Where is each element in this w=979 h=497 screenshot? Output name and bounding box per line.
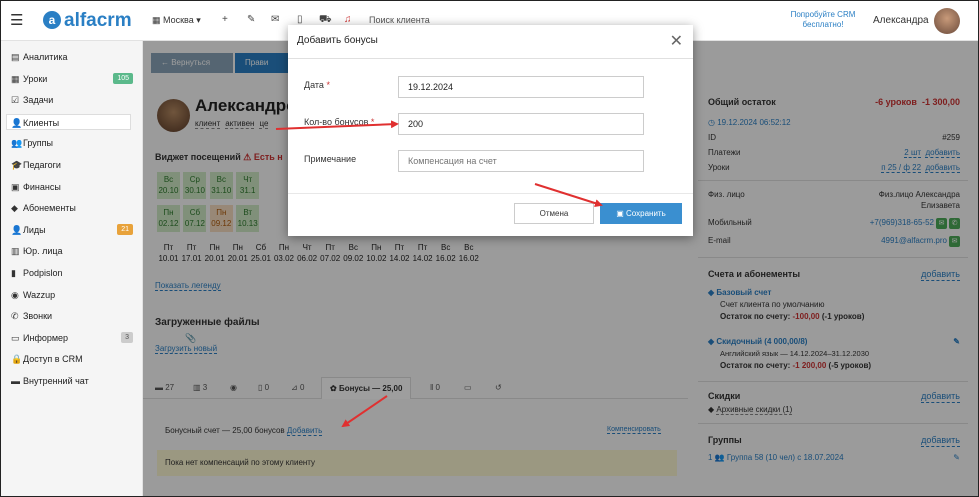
sidebar-item[interactable]: ◆ Абонементы: [11, 200, 136, 216]
sidebar-item[interactable]: ▭ Информер 3: [11, 330, 136, 346]
sidebar-item-label: Группы: [23, 138, 53, 149]
bonus-count-label-text: Кол-во бонусов: [304, 117, 369, 127]
count-badge: 21: [117, 223, 133, 235]
close-icon[interactable]: ✕: [670, 31, 683, 51]
divider: [288, 58, 693, 59]
sidebar-item[interactable]: 🔒Доступ в CRM: [11, 351, 136, 367]
sidebar-item-label: Финансы: [23, 181, 61, 192]
cancel-button[interactable]: Отмена: [514, 203, 594, 224]
user-avatar[interactable]: [934, 8, 960, 34]
branch-icon: ▦: [152, 15, 164, 25]
logo-mark-icon: a: [43, 11, 61, 29]
sidebar-item-label: Юр. лица: [23, 246, 63, 257]
leads-icon: 👤: [11, 224, 23, 235]
lessons-icon: ▦: [11, 73, 20, 84]
required-mark: *: [370, 117, 375, 127]
user-name[interactable]: Александра: [873, 15, 929, 26]
sidebar-item-label: Лиды: [23, 224, 46, 235]
sidebar-item-label: Wazzup: [23, 289, 56, 300]
sidebar-item-label: Звонки: [23, 311, 53, 322]
logo-text: alfacrm: [64, 10, 132, 31]
sidebar: ▤ Аналитика ▦ Уроки 105 ☑ Задачи 👤Клиенты 👥Групп…: [1, 41, 143, 496]
building-icon: ▥: [11, 246, 20, 257]
sidebar-item[interactable]: ◉ Wazzup: [11, 287, 136, 303]
promo-link[interactable]: Попробуйте CRM бесплатно!: [783, 10, 863, 30]
bonus-count-label: Кол-во бонусов *: [304, 117, 374, 127]
divider: [288, 193, 693, 194]
sidebar-item-label: Клиенты: [23, 117, 60, 128]
sidebar-item[interactable]: 👥Группы: [11, 135, 136, 151]
sidebar-item-label: Информер: [23, 332, 69, 343]
mail-icon[interactable]: ✉: [271, 14, 279, 25]
branch-label: Москва: [163, 15, 194, 25]
sidebar-item[interactable]: ☑ Задачи: [11, 92, 136, 108]
modal-title: Добавить бонусы: [297, 35, 378, 46]
sidebar-item[interactable]: ▦ Уроки 105: [11, 71, 136, 87]
sidebar-item[interactable]: 👤Лиды 21: [11, 222, 136, 238]
informer-icon: ▭: [11, 332, 20, 343]
floppy-icon: ▣: [616, 209, 626, 218]
note-label: Примечание: [304, 154, 357, 164]
sidebar-item-label: Внутренний чат: [23, 376, 89, 386]
finance-icon: ▣: [11, 181, 20, 192]
sidebar-item-label: Абонементы: [23, 203, 76, 214]
count-badge: 3: [121, 331, 133, 343]
teacher-icon: 🎓: [11, 160, 23, 170]
sidebar-item[interactable]: ▮ Podpislon: [11, 265, 136, 281]
sidebar-item-label: Задачи: [23, 95, 54, 106]
sidebar-item-label: Podpislon: [23, 268, 63, 278]
sidebar-item[interactable]: ▥ Юр. лица: [11, 243, 136, 259]
lock-icon: 🔒: [11, 354, 23, 365]
date-label-text: Дата: [304, 80, 324, 90]
client-search[interactable]: Поиск клиента: [369, 15, 430, 25]
sidebar-item[interactable]: ✆ Звонки: [11, 308, 136, 324]
count-badge: 105: [113, 72, 133, 84]
whatsapp-icon: ◉: [11, 289, 19, 300]
sidebar-item-label: Доступ в CRM: [23, 354, 83, 365]
chat-icon: ▬: [11, 376, 20, 386]
user-icon: 👤: [11, 117, 23, 128]
sidebar-item-label: Аналитика: [23, 52, 68, 62]
mobile-icon[interactable]: ▯: [297, 14, 303, 25]
required-mark: *: [326, 80, 330, 90]
sidebar-item-label: Уроки: [23, 73, 48, 84]
tasks-icon: ☑: [11, 95, 20, 106]
bell-icon[interactable]: ♫: [344, 14, 352, 25]
wrench-icon[interactable]: ✎: [247, 14, 255, 25]
date-field[interactable]: [398, 76, 644, 98]
logo[interactable]: a alfacrm: [43, 10, 132, 32]
menu-icon[interactable]: ☰: [10, 11, 23, 29]
branch-select[interactable]: ▦ Москва ▾: [152, 15, 201, 26]
sidebar-item[interactable]: ▣ Финансы: [11, 179, 136, 195]
sidebar-item[interactable]: 🎓Педагоги: [11, 157, 136, 173]
tag-icon: ◆: [11, 203, 18, 214]
sidebar-item[interactable]: 👤Клиенты: [6, 113, 131, 130]
date-label: Дата *: [304, 80, 330, 90]
sidebar-item[interactable]: ▤ Аналитика: [11, 49, 136, 65]
group-icon: 👥: [11, 138, 23, 149]
add-bonus-modal: Добавить бонусы ✕ Дата * Кол-во бонусов …: [288, 25, 693, 236]
doc-icon: ▮: [11, 268, 16, 278]
bonus-count-field[interactable]: [398, 113, 644, 135]
sidebar-item[interactable]: ▬ Внутренний чат: [11, 373, 136, 389]
sidebar-item-label: Педагоги: [23, 160, 61, 170]
save-button[interactable]: ▣ Сохранить: [600, 203, 682, 224]
plus-icon[interactable]: +: [222, 14, 228, 25]
note-field[interactable]: [398, 150, 644, 172]
phone-icon: ✆: [11, 311, 19, 322]
chart-icon: ▤: [11, 52, 20, 62]
save-label: Сохранить: [626, 209, 666, 218]
